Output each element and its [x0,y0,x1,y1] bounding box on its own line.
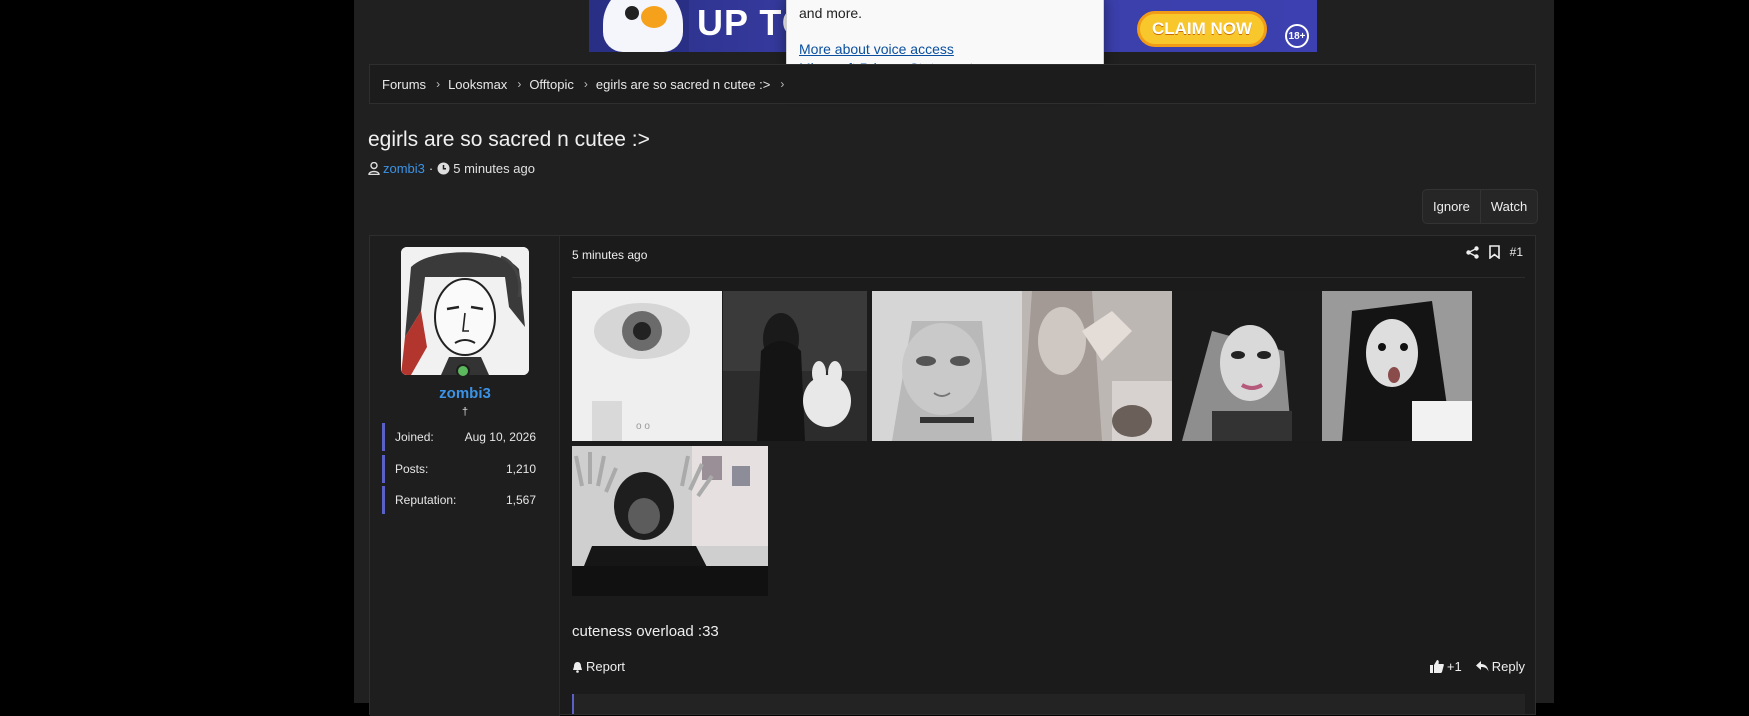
reply-button[interactable]: Reply [1475,659,1525,674]
post-username[interactable]: zombi3 [370,385,560,402]
page-title: egirls are so sacred n cutee :> [368,128,650,151]
post-number[interactable]: #1 [1510,245,1523,259]
like-count: +1 [1446,659,1462,674]
popup-text: and more. [799,5,863,21]
age-badge: 18+ [1285,24,1309,48]
breadcrumb-looksmax[interactable]: Looksmax › [448,77,529,92]
voice-access-link[interactable]: More about voice access [799,41,954,57]
post-body: cuteness overload :33 [572,623,719,640]
user-cell: zombi3 † Joined: Aug 10, 2026 Posts: 1,210… [370,236,560,716]
attachment-image[interactable] [572,446,768,596]
ad-mascot [589,0,689,52]
attachment-image[interactable] [872,291,1022,441]
ad-claim-button[interactable]: CLAIM NOW [1137,11,1267,47]
attachment-image[interactable] [723,291,867,441]
attachment-image[interactable]: o o [572,291,722,441]
breadcrumb-thread[interactable]: egirls are so sacred n cutee :> › [596,77,793,92]
thread-actions: Ignore Watch [1422,189,1539,224]
thumbs-up-icon [1429,660,1444,673]
like-button[interactable]: +1 [1429,659,1462,674]
report-button[interactable]: Report [572,659,625,674]
attachment-image[interactable] [1322,291,1472,441]
meta-separator: · [428,161,434,176]
user-title: † [461,406,469,418]
divider [572,277,1525,278]
breadcrumb-offtopic[interactable]: Offtopic › [529,77,596,92]
post: zombi3 † Joined: Aug 10, 2026 Posts: 1,210… [369,235,1536,716]
chevron-right-icon: › [780,77,785,91]
thread-meta: zombi3 · 5 minutes ago [368,161,535,176]
post-reactions: +1 Reply [1429,659,1525,674]
stat-reputation: Reputation: 1,567 [382,486,546,514]
quote-block [572,694,1525,714]
chevron-right-icon: › [517,77,522,91]
post-date[interactable]: 5 minutes ago [572,248,647,262]
attachment-image[interactable] [1022,291,1172,441]
breadcrumb-forums[interactable]: Forums › [382,77,448,92]
bell-icon [573,661,582,673]
ignore-button[interactable]: Ignore [1423,190,1480,223]
attachment-image[interactable] [1172,291,1322,441]
post-tools: #1 [1465,245,1523,259]
chevron-right-icon: › [583,77,588,91]
svg-text:o o: o o [636,421,650,432]
thread-time: 5 minutes ago [453,161,535,176]
post-actions: Report +1 Reply [572,659,1525,674]
reply-icon [1475,661,1489,672]
user-icon [368,162,380,175]
thread-author-link[interactable]: zombi3 [383,161,425,176]
stat-joined: Joined: Aug 10, 2026 [382,423,546,451]
bookmark-icon[interactable] [1488,245,1500,259]
avatar[interactable] [401,247,529,375]
stat-posts: Posts: 1,210 [382,455,546,483]
clock-icon [437,162,450,175]
share-icon[interactable] [1465,245,1479,259]
online-indicator [456,364,470,378]
watch-button[interactable]: Watch [1479,190,1537,223]
breadcrumb: Forums › Looksmax › Offtopic › egirls are s… [369,64,1536,104]
chevron-right-icon: › [436,77,441,91]
